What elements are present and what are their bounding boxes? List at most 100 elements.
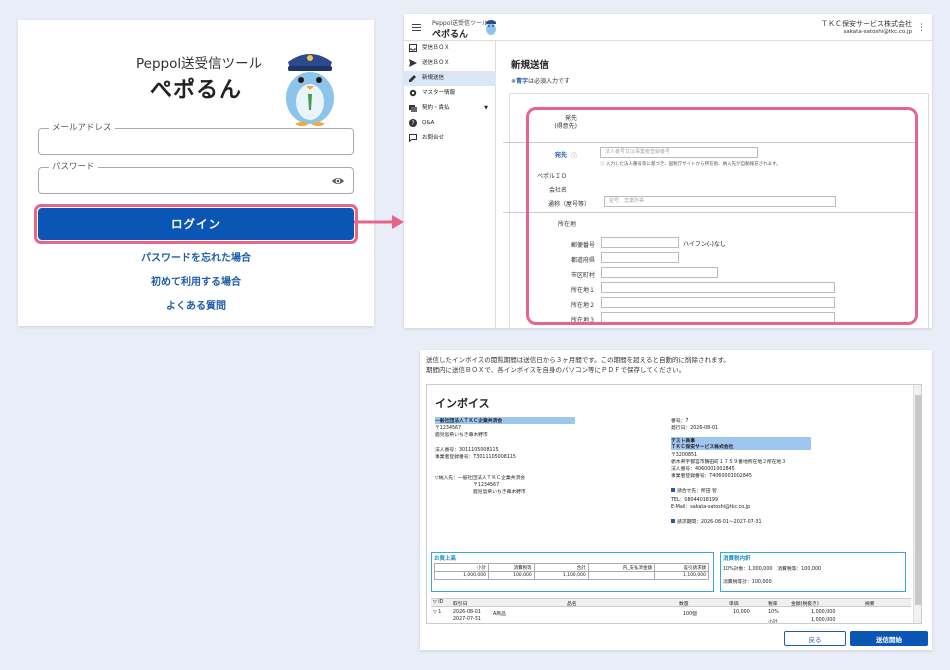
mascot-penguin-icon [486, 20, 496, 35]
invoice-heading: インボイス [435, 397, 490, 410]
form-highlight [526, 107, 918, 325]
table-header: 差引請求額 [653, 563, 710, 572]
line-price: 10,000 [733, 610, 750, 615]
svg-text:?: ? [411, 120, 414, 127]
back-button[interactable]: 戻る [784, 631, 846, 646]
table-row: 小計 消費税等 合計 内_支払済金額 差引請求額 [434, 563, 710, 572]
sales-table: 小計 消費税等 合計 内_支払済金額 差引請求額 1,000,000 100,0… [434, 563, 710, 580]
user-email: sakata-satoshi@tkc.co.jp [843, 29, 912, 35]
login-button[interactable]: ログイン [38, 208, 354, 240]
col-date: 取引日 [453, 602, 468, 607]
seller-postal: 〒3200851 [671, 453, 698, 458]
send-start-button[interactable]: 送信開始 [850, 631, 928, 646]
flow-arrow-icon [354, 215, 404, 229]
inbox-icon [409, 44, 417, 52]
contract-icon [409, 105, 417, 112]
tax-summary-box: 消費税内訳 10%対象：1,000,000 消費税等：100,000 消費税等計… [720, 552, 906, 592]
scrollbar-thumb[interactable] [915, 395, 921, 605]
new-send-window: Peppol送受信ツール ぺポるん ＴＫＣ保安サービス株式会社 sakata-s… [404, 14, 932, 328]
table-cell: 1,100,000 [653, 571, 710, 580]
table-cell: 1,100,000 [533, 571, 589, 580]
required-note: ※青字は必須入力です [511, 78, 571, 85]
send-icon [409, 59, 417, 67]
table-header: 内_支払済金額 [587, 563, 655, 572]
sales-title: お買上高 [434, 556, 457, 562]
first-time-link[interactable]: 初めて利用する場合 [18, 273, 374, 288]
buyer-reg-no: 事業者登録番号：T3011105008115 [435, 455, 516, 460]
contact-tel: TEL：08044018199 [671, 498, 719, 503]
app-header: Peppol送受信ツール ぺポるん ＴＫＣ保安サービス株式会社 sakata-s… [404, 14, 932, 41]
seller-address: 栃木県宇都宮市鶴田町１７５９番地所在地２所在地３ [671, 460, 787, 465]
table-cell [587, 571, 655, 580]
buyer-name: 一般社団法人ＴＫＣ企業共済会 [435, 417, 575, 424]
sidebar-item-label: マスター情報 [422, 90, 456, 96]
col-item: 品名 [567, 602, 577, 607]
email-field[interactable]: メールアドレス [38, 121, 354, 155]
col-rate: 税率 [768, 602, 778, 607]
more-menu-icon[interactable]: ⋮ [917, 23, 926, 33]
contact-label: 請合せ先：所田 智 [671, 487, 717, 494]
company-name: ＴＫＣ保安サービス株式会社 [821, 20, 912, 28]
col-qty: 数量 [679, 602, 689, 607]
table-header: 合計 [533, 563, 589, 572]
line-items-header [431, 598, 911, 607]
sidebar-item-inbox[interactable]: 受信ＢＯＸ [404, 41, 496, 56]
seller-name-2: ＴＫＣ保安サービス株式会社 [671, 443, 811, 450]
password-field[interactable]: パスワード [38, 160, 354, 194]
app-subtitle: Peppol送受信ツール [432, 20, 489, 27]
line-rate: 10% [768, 610, 779, 615]
scrollbar[interactable] [913, 385, 921, 623]
issue-date: 発行日：2026-08-01 [671, 426, 719, 431]
menu-icon[interactable] [412, 24, 421, 31]
table-row: 1,000,000 100,000 1,100,000 1,100,000 [434, 571, 710, 580]
mascot-penguin-icon [286, 54, 334, 126]
sidebar-item-label: 送信ＢＯＸ [422, 60, 450, 66]
sidebar-item-label: お問合せ [422, 135, 445, 141]
buyer-corp-no: 法人番号：3011105008115 [435, 448, 499, 453]
buyer-postal: 〒1234567 [435, 426, 462, 431]
app-title: ぺポるん [432, 30, 469, 40]
line-item: A商品 [493, 612, 506, 617]
sidebar-item-contact[interactable]: お問合せ [404, 131, 496, 146]
faq-link[interactable]: よくある質問 [18, 297, 374, 312]
login-subtitle: Peppol送受信ツール [136, 56, 263, 72]
tax-line-1: 10%対象：1,000,000 消費税等：100,000 [723, 567, 822, 572]
billing-period: 請求期間：2026-08-01～2027-07-31 [671, 518, 762, 525]
gear-icon [409, 89, 417, 97]
table-cell: 100,000 [488, 571, 535, 580]
save-pdf-notice: 期間内に送信ＢＯＸで、各インボイスを自身のパソコン等にＰＤＦで保存してください。 [426, 366, 686, 374]
line-subtotal: 1,000,000 [811, 618, 836, 623]
seller-reg-no: 事業者登録番号：T4060001002845 [671, 474, 752, 479]
sidebar-item-new-send[interactable]: 新規送信 [404, 71, 496, 86]
sidebar-item-qa[interactable]: ? Q&A [404, 116, 496, 131]
sales-summary-box: お買上高 小計 消費税等 合計 内_支払済金額 差引請求額 1,000,000 … [431, 552, 714, 592]
sidebar-item-outbox[interactable]: 送信ＢＯＸ [404, 56, 496, 71]
contact-email: E-Mail：sakata-satoshi@tkc.co.jp [671, 505, 751, 510]
line-amount: 1,000,000 [811, 610, 836, 615]
sidebar: 受信ＢＯＸ 送信ＢＯＸ 新規送信 マスター情報 契約・責払 ▼ ? Q&A お問… [404, 41, 496, 328]
delivery-label: ▽納入先：一般社団法人ＴＫＣ企業共済会 [435, 476, 526, 481]
forgot-password-link[interactable]: パスワードを忘れた場合 [18, 249, 374, 264]
table-header: 小計 [434, 563, 489, 572]
delivery-address: 鹿児島県いちき串木野市 [473, 490, 526, 495]
page-title: 新規送信 [511, 60, 550, 71]
col-amount: 金額(税抜き) [791, 602, 819, 607]
table-header: 消費税等 [488, 563, 535, 572]
eye-icon[interactable] [331, 174, 345, 188]
sidebar-item-master[interactable]: マスター情報 [404, 86, 496, 101]
login-app-title: ぺポるん [150, 78, 243, 103]
help-icon: ? [409, 119, 417, 127]
line-qty: 100個 [683, 612, 697, 617]
caret-down-icon: ▼ [484, 105, 488, 111]
chat-icon [409, 134, 417, 142]
delivery-postal: 〒1234567 [473, 483, 500, 488]
line-date-end: 2027-07-31 [453, 617, 481, 622]
invoice-panel: 送信したインボイスの閲覧期間は送信日から３ヶ月間です。この期間を超えると自動的に… [420, 350, 932, 650]
col-id: ▽ ID [433, 600, 444, 605]
sidebar-item-contract[interactable]: 契約・責払 ▼ [404, 101, 496, 116]
tax-title: 消費税内訳 [723, 556, 751, 562]
line-id[interactable]: ▽ 1 [433, 610, 441, 615]
pencil-icon [409, 75, 416, 82]
sidebar-item-label: Q&A [422, 120, 435, 126]
line-subtotal-label: 小計 [768, 620, 778, 624]
